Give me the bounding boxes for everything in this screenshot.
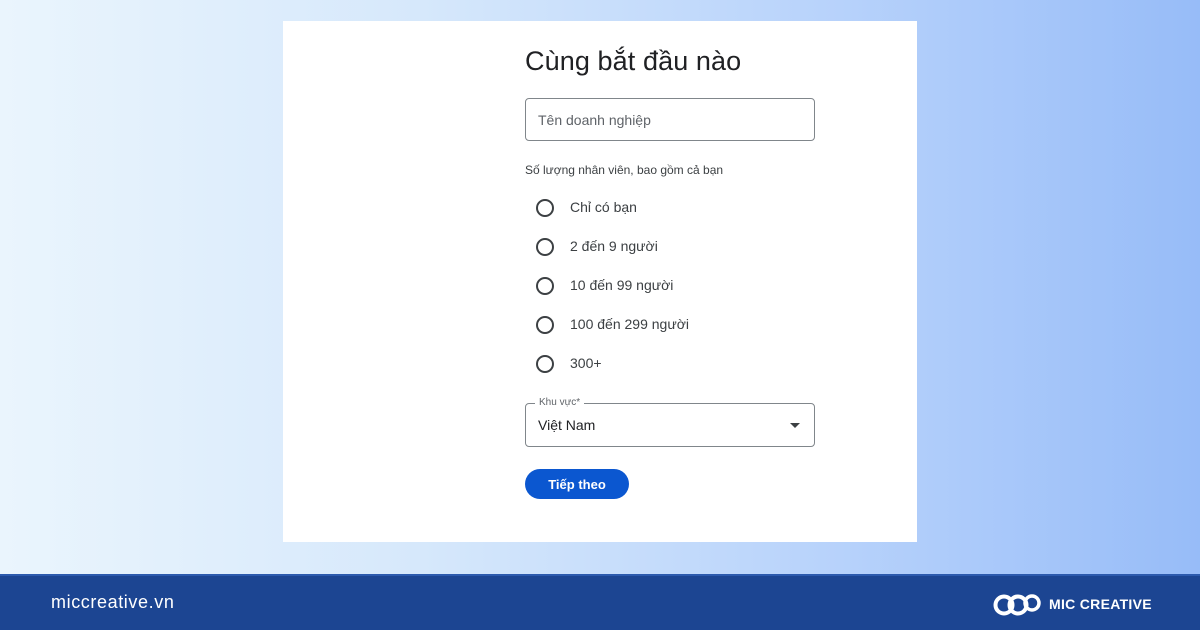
region-select[interactable]: Khu vực* Việt Nam bbox=[525, 397, 815, 447]
radio-option-2-to-9[interactable]: 2 đến 9 người bbox=[525, 228, 805, 264]
radio-label: 100 đến 299 người bbox=[570, 316, 689, 332]
radio-button[interactable] bbox=[536, 238, 554, 256]
page-title: Cùng bắt đầu nào bbox=[525, 46, 742, 76]
radio-option-10-to-99[interactable]: 10 đến 99 người bbox=[525, 267, 805, 303]
radio-button[interactable] bbox=[536, 316, 554, 334]
region-value: Việt Nam bbox=[538, 417, 596, 433]
region-label: Khu vực* bbox=[535, 397, 585, 408]
radio-option-100-to-299[interactable]: 100 đến 299 người bbox=[525, 306, 805, 342]
arrow-drop-down-icon[interactable] bbox=[790, 423, 800, 428]
business-name-field[interactable] bbox=[525, 98, 815, 141]
radio-button[interactable] bbox=[536, 277, 554, 295]
mic-creative-logo-icon bbox=[993, 594, 1041, 616]
radio-label: 2 đến 9 người bbox=[570, 238, 658, 254]
radio-button[interactable] bbox=[536, 199, 554, 217]
radio-label: 300+ bbox=[570, 355, 602, 371]
radio-label: Chỉ có bạn bbox=[570, 199, 637, 215]
next-button[interactable]: Tiếp theo bbox=[525, 469, 629, 499]
radio-option-just-you[interactable]: Chỉ có bạn bbox=[525, 189, 805, 225]
signup-card: Cùng bắt đầu nào Số lượng nhân viên, bao… bbox=[283, 21, 917, 542]
radio-option-300-plus[interactable]: 300+ bbox=[525, 345, 805, 381]
business-name-input[interactable] bbox=[538, 99, 798, 140]
footer-website-url: miccreative.vn bbox=[51, 592, 175, 612]
brand-name: MIC CREATIVE bbox=[1049, 596, 1152, 612]
employee-count-label: Số lượng nhân viên, bao gồm cả bạn bbox=[525, 163, 724, 177]
radio-label: 10 đến 99 người bbox=[570, 277, 674, 293]
radio-button[interactable] bbox=[536, 355, 554, 373]
footer-bar: miccreative.vn MIC CREATIVE bbox=[0, 574, 1200, 630]
